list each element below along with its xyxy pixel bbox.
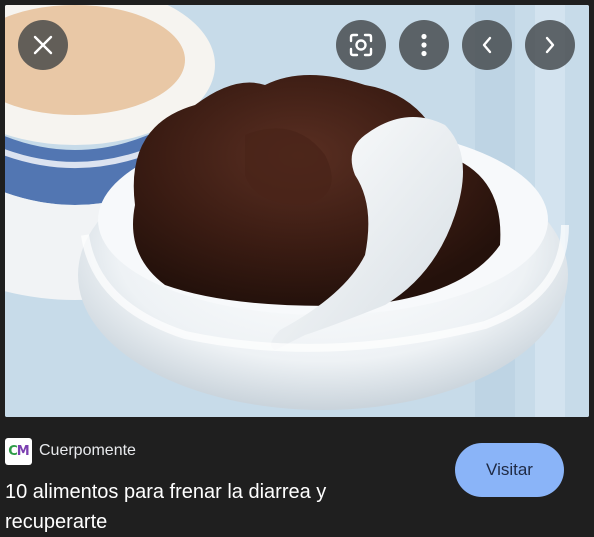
more-options-button[interactable] <box>399 20 449 70</box>
lens-search-icon <box>349 33 373 57</box>
more-vert-icon <box>421 33 427 57</box>
image-viewer-panel: CM Cuerpomente 10 alimentos para frenar … <box>0 0 594 537</box>
visit-button[interactable]: Visitar <box>455 443 564 497</box>
lens-search-button[interactable] <box>336 20 386 70</box>
source-row[interactable]: CM Cuerpomente <box>5 437 136 465</box>
food-photo <box>5 5 589 417</box>
result-title[interactable]: 10 alimentos para frenar la diarrea y re… <box>5 477 425 537</box>
chevron-left-icon <box>482 36 492 54</box>
source-favicon: CM <box>5 437 32 465</box>
chevron-right-icon <box>545 36 555 54</box>
previous-image-button[interactable] <box>462 20 512 70</box>
source-name[interactable]: Cuerpomente <box>39 442 136 460</box>
preview-image[interactable] <box>5 5 589 417</box>
close-button[interactable] <box>18 20 68 70</box>
next-image-button[interactable] <box>525 20 575 70</box>
close-icon <box>33 35 53 55</box>
